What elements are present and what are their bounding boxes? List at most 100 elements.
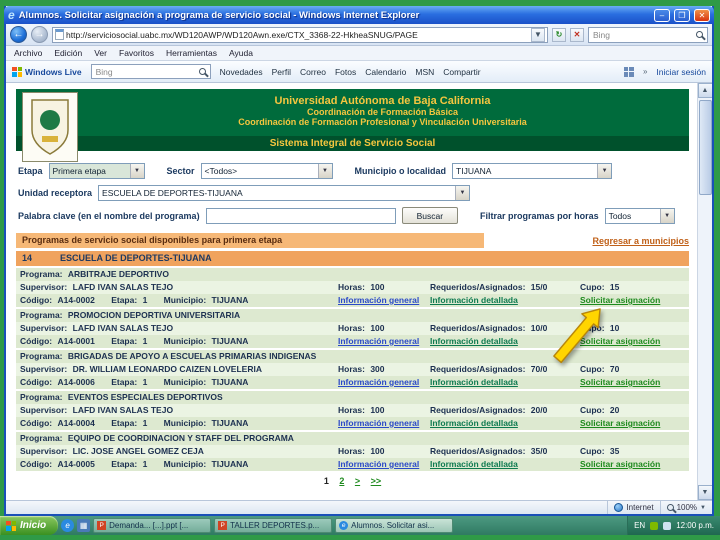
scroll-thumb[interactable] [698, 100, 712, 195]
start-button[interactable]: Inicio [0, 516, 59, 535]
page-1[interactable]: 1 [324, 476, 329, 486]
informacion-general-link[interactable]: Información general [338, 377, 419, 387]
banner-line-2: Coordinación de Formación Básica [306, 107, 459, 117]
taskbar-task-3[interactable]: e Alumnos. Solicitar asi... [335, 518, 454, 533]
dropdown-arrow-icon[interactable]: ▼ [129, 164, 144, 178]
zone-indicator: Internet [607, 501, 654, 514]
clock: 12:00 p.m. [676, 521, 714, 530]
vertical-scrollbar[interactable]: ▲ ▼ [697, 83, 712, 500]
toolbar-overflow-icon[interactable]: » [643, 67, 647, 76]
sector-select[interactable]: <Todos> ▼ [200, 163, 333, 179]
menu-ver[interactable]: Ver [94, 48, 107, 58]
menu-bar: Archivo Edición Ver Favoritos Herramient… [6, 46, 712, 61]
keyword-input[interactable] [205, 207, 396, 224]
dropdown-arrow-icon[interactable]: ▼ [317, 164, 332, 178]
window-title: Alumnos. Solicitar asignación a programa… [18, 9, 420, 21]
informacion-detallada-link[interactable]: Información detallada [430, 377, 518, 387]
zoom-control[interactable]: 100% ▼ [659, 501, 706, 514]
back-to-municipios-link[interactable]: Regresar a municipios [592, 236, 689, 246]
quicklaunch-ie-icon[interactable]: e [61, 519, 75, 532]
results-title: Programas de servicio social disponibles… [16, 233, 484, 248]
program-horas: 100 [370, 282, 385, 292]
back-button[interactable]: ← [10, 26, 27, 43]
program-codigo: A14-0006 [57, 377, 95, 387]
scroll-up-icon[interactable]: ▲ [697, 83, 712, 98]
menu-favoritos[interactable]: Favoritos [119, 48, 154, 58]
menu-edicion[interactable]: Edición [54, 48, 82, 58]
menu-herramientas[interactable]: Herramientas [166, 48, 217, 58]
sign-in-link[interactable]: Iniciar sesión [656, 67, 706, 77]
language-indicator[interactable]: EN [634, 521, 645, 530]
program-name: ARBITRAJE DEPORTIVO [67, 269, 169, 279]
live-item-correo[interactable]: Correo [300, 67, 326, 77]
informacion-detallada-link[interactable]: Información detallada [430, 295, 518, 305]
buscar-button[interactable]: Buscar [401, 207, 459, 224]
menu-ayuda[interactable]: Ayuda [229, 48, 253, 58]
live-search-icon[interactable] [198, 68, 206, 75]
pagination: 1 2 > >> [16, 476, 689, 486]
informacion-general-link[interactable]: Información general [338, 459, 419, 469]
page-next[interactable]: > [355, 476, 360, 486]
minimize-button[interactable]: – [654, 8, 670, 22]
quicklaunch-desktop-icon[interactable]: ▦ [77, 519, 91, 532]
address-dropdown-button[interactable]: ▼ [531, 27, 545, 42]
informacion-general-link[interactable]: Información general [338, 336, 419, 346]
system-tray: EN 12:00 p.m. [627, 516, 720, 535]
live-item-msn[interactable]: MSN [415, 67, 434, 77]
scroll-down-icon[interactable]: ▼ [697, 485, 712, 500]
maximize-button[interactable]: ❐ [674, 8, 690, 22]
solicitar-asignacion-link[interactable]: Solicitar asignación [580, 418, 660, 428]
apps-grid-icon[interactable] [623, 66, 634, 77]
program-cupo: 35 [609, 446, 620, 456]
close-button[interactable]: ✕ [694, 8, 710, 22]
stop-button[interactable]: ✕ [570, 27, 584, 42]
municipio-select[interactable]: TIJUANA ▼ [452, 163, 613, 179]
program-name: EQUIPO DE COORDINACION Y STAFF DEL PROGR… [67, 433, 294, 443]
informacion-detallada-link[interactable]: Información detallada [430, 418, 518, 428]
program-municipio: TIJUANA [211, 377, 249, 387]
taskbar-task-1[interactable]: P Demanda... [...].ppt [... [93, 518, 212, 533]
page-2[interactable]: 2 [339, 476, 344, 486]
informacion-detallada-link[interactable]: Información detallada [430, 459, 518, 469]
horas-select[interactable]: Todos ▼ [604, 207, 675, 224]
live-item-fotos[interactable]: Fotos [335, 67, 356, 77]
address-bar[interactable]: http://serviciosocial.uabc.mx/WD120AWP/W… [52, 26, 548, 43]
search-box[interactable]: Bing [588, 26, 708, 43]
url-text[interactable]: http://serviciosocial.uabc.mx/WD120AWP/W… [66, 30, 529, 40]
solicitar-asignacion-link[interactable]: Solicitar asignación [580, 295, 660, 305]
program-cupo: 20 [609, 405, 620, 415]
program-name-row: Programa: ARBITRAJE DEPORTIVO [16, 268, 689, 281]
page-last[interactable]: >> [371, 476, 382, 486]
horas-filter-label: Filtrar programas por horas [480, 210, 599, 221]
zoom-level[interactable]: 100% [677, 503, 697, 512]
program-requeridos: 35/0 [530, 446, 548, 456]
powerpoint-icon: P [218, 521, 228, 530]
unidad-select[interactable]: ESCUELA DE DEPORTES-TIJUANA ▼ [98, 185, 471, 201]
live-item-calendario[interactable]: Calendario [365, 67, 406, 77]
ie-logo-icon: e [8, 8, 15, 22]
informacion-general-link[interactable]: Información general [338, 295, 419, 305]
live-item-compartir[interactable]: Compartir [443, 67, 480, 77]
search-icon[interactable] [696, 31, 703, 38]
solicitar-asignacion-link[interactable]: Solicitar asignación [580, 459, 660, 469]
refresh-button[interactable]: ↻ [552, 27, 566, 42]
etapa-select[interactable]: Primera etapa ▼ [48, 163, 145, 179]
menu-archivo[interactable]: Archivo [14, 48, 42, 58]
live-item-perfil[interactable]: Perfil [272, 67, 291, 77]
tray-status-icon[interactable] [650, 521, 659, 530]
informacion-detallada-link[interactable]: Información detallada [430, 336, 518, 346]
informacion-general-link[interactable]: Información general [338, 418, 419, 428]
solicitar-asignacion-link[interactable]: Solicitar asignación [580, 377, 660, 387]
banner-line-3: Coordinación de Formación Profesional y … [238, 117, 527, 127]
program-name-row: Programa: EVENTOS ESPECIALES DEPORTIVOS [16, 391, 689, 404]
live-item-novedades[interactable]: Novedades [220, 67, 263, 77]
program-links-row: Código: A14-0004 Etapa: 1 Municipio: TIJ… [16, 417, 689, 430]
forward-button[interactable]: → [31, 26, 48, 43]
dropdown-arrow-icon[interactable]: ▼ [659, 208, 674, 223]
taskbar-task-2[interactable]: P TALLER DEPORTES.p... [214, 518, 333, 533]
volume-icon[interactable] [663, 521, 672, 530]
program-etapa: 1 [142, 459, 148, 469]
dropdown-arrow-icon[interactable]: ▼ [597, 164, 612, 178]
live-search-box[interactable]: Bing [90, 64, 211, 79]
dropdown-arrow-icon[interactable]: ▼ [455, 186, 470, 200]
